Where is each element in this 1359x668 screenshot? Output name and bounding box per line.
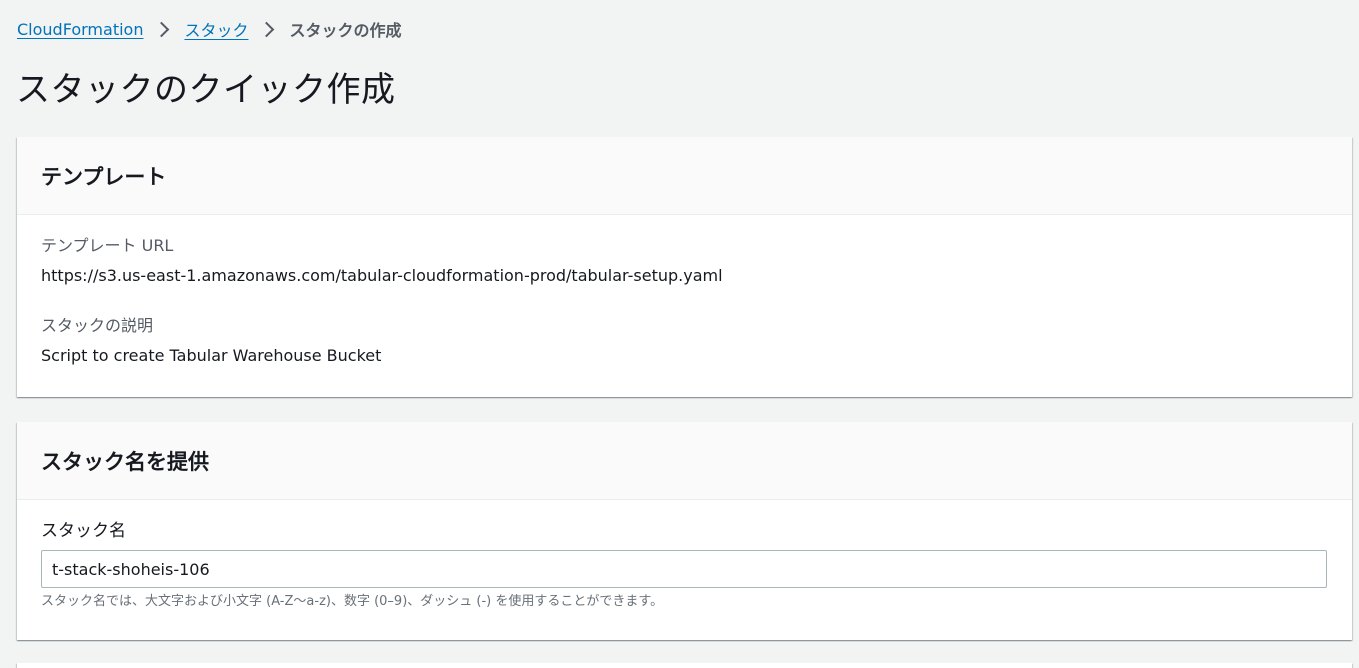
stack-description-value: Script to create Tabular Warehouse Bucke… bbox=[41, 346, 382, 365]
page: CloudFormation スタック スタックの作成 スタックのクイック作成 … bbox=[0, 0, 1359, 668]
template-url-value: https://s3.us-east-1.amazonaws.com/tabul… bbox=[41, 266, 723, 285]
stack-name-input[interactable] bbox=[41, 550, 1327, 588]
stack-name-constraint-text: スタック名では、大文字および小文字 (A-Z〜a-z)、数字 (0–9)、ダッシ… bbox=[41, 594, 664, 609]
chevron-right-icon bbox=[154, 21, 170, 37]
template-panel-header: テンプレート bbox=[17, 137, 1352, 215]
stack-description-label: スタックの説明 bbox=[41, 316, 154, 335]
template-panel: テンプレート テンプレート URL https://s3.us-east-1.a… bbox=[17, 137, 1352, 397]
breadcrumb-link-cloudformation[interactable]: CloudFormation bbox=[17, 20, 143, 39]
next-panel-edge bbox=[17, 663, 1352, 668]
breadcrumb-link-stacks[interactable]: スタック bbox=[184, 17, 248, 41]
stack-name-label: スタック名 bbox=[41, 521, 126, 541]
template-url-label: テンプレート URL bbox=[41, 236, 174, 255]
breadcrumb-current: スタックの作成 bbox=[289, 21, 402, 40]
stack-name-panel-title: スタック名を提供 bbox=[41, 449, 209, 474]
chevron-right-icon bbox=[259, 21, 275, 37]
template-panel-body: テンプレート URL https://s3.us-east-1.amazonaw… bbox=[17, 215, 1352, 367]
breadcrumb: CloudFormation スタック スタックの作成 bbox=[17, 16, 402, 42]
stack-name-panel-header: スタック名を提供 bbox=[17, 422, 1352, 500]
template-panel-title: テンプレート bbox=[41, 164, 167, 189]
stack-name-panel-body: スタック名 スタック名では、大文字および小文字 (A-Z〜a-z)、数字 (0–… bbox=[17, 500, 1352, 612]
page-title: スタックのクイック作成 bbox=[16, 70, 396, 110]
stack-name-panel: スタック名を提供 スタック名 スタック名では、大文字および小文字 (A-Z〜a-… bbox=[17, 422, 1352, 640]
